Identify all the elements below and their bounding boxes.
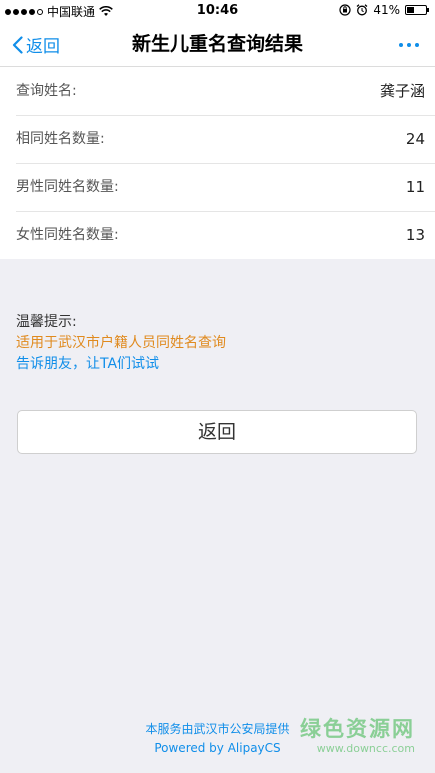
watermark-main: 绿色资源网 xyxy=(300,717,415,741)
back-button[interactable]: 返回 xyxy=(12,22,60,67)
tips-share-link[interactable]: 告诉朋友，让TA们试试 xyxy=(16,354,226,375)
result-row-female-count: 女性同姓名数量: 13 xyxy=(0,211,435,259)
alarm-icon xyxy=(356,4,368,16)
return-button[interactable]: 返回 xyxy=(17,410,417,454)
more-options-icon[interactable] xyxy=(399,22,419,67)
status-bar: 中国联通 10:46 41% xyxy=(0,0,435,22)
nav-bar: 返回 新生儿重名查询结果 xyxy=(0,22,435,67)
result-row-same-name-count: 相同姓名数量: 24 xyxy=(0,115,435,163)
result-label: 女性同姓名数量: xyxy=(16,227,119,243)
orientation-lock-icon xyxy=(339,4,351,16)
watermark-logo: 绿色资源网 www.downcc.com xyxy=(300,716,415,756)
result-value: 11 xyxy=(405,178,425,196)
watermark-url: www.downcc.com xyxy=(316,742,415,755)
result-row-query-name: 查询姓名: 龚子涵 xyxy=(0,67,435,115)
tips-scope-text: 适用于武汉市户籍人员同姓名查询 xyxy=(16,335,226,351)
battery-percent: 41% xyxy=(373,3,400,17)
tips-section: 温馨提示: 适用于武汉市户籍人员同姓名查询 告诉朋友，让TA们试试 xyxy=(16,312,226,375)
page: 中国联通 10:46 41% 返回 新生儿重名查询结果 查询姓名: 龚子涵 相同… xyxy=(0,0,435,773)
status-right: 41% xyxy=(339,3,429,17)
result-value: 龚子涵 xyxy=(379,82,425,100)
result-value: 13 xyxy=(405,226,425,244)
result-label: 相同姓名数量: xyxy=(16,131,105,147)
battery-icon xyxy=(405,5,429,15)
chevron-left-icon xyxy=(12,35,23,54)
back-button-label: 返回 xyxy=(26,37,60,57)
result-row-male-count: 男性同姓名数量: 11 xyxy=(0,163,435,211)
result-label: 男性同姓名数量: xyxy=(16,179,119,195)
result-label: 查询姓名: xyxy=(16,83,77,99)
page-title: 新生儿重名查询结果 xyxy=(131,33,303,55)
result-value: 24 xyxy=(405,130,425,148)
result-list: 查询姓名: 龚子涵 相同姓名数量: 24 男性同姓名数量: 11 女性同姓名数量… xyxy=(0,67,435,259)
tips-title: 温馨提示: xyxy=(16,314,77,330)
